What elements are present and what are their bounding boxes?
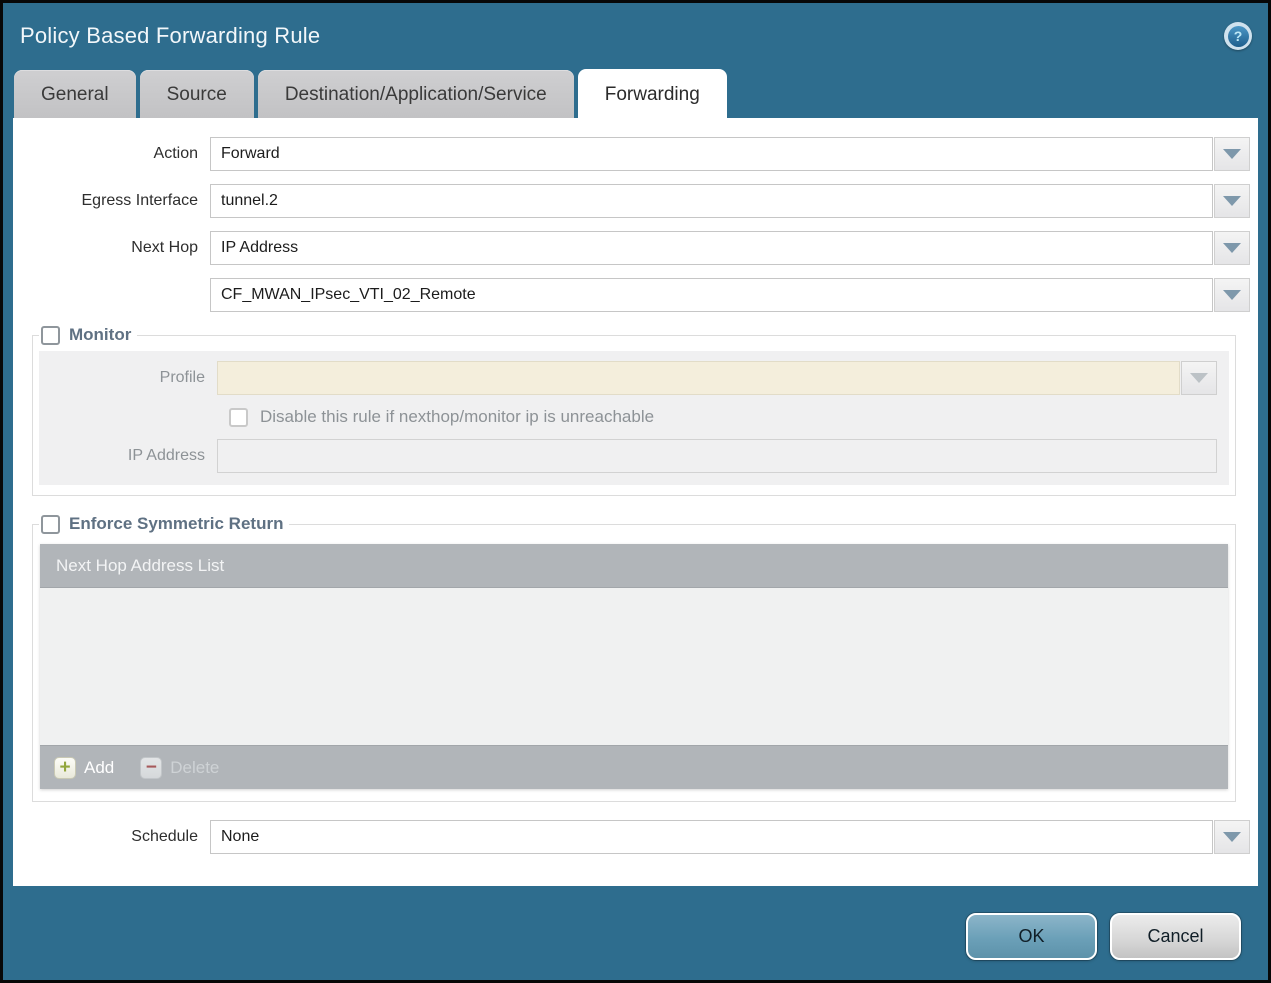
next-hop-type-input[interactable]: IP Address [210, 231, 1213, 265]
profile-dropdown-button [1181, 361, 1217, 395]
dialog-footer: OK Cancel [3, 886, 1268, 980]
delete-button: − Delete [140, 757, 219, 779]
action-row: Action Forward [13, 137, 1250, 171]
egress-interface-row: Egress Interface tunnel.2 [13, 184, 1250, 218]
next-hop-address-list-header: Next Hop Address List [40, 544, 1228, 588]
chevron-down-icon [1223, 832, 1241, 842]
tab-bar: General Source Destination/Application/S… [3, 69, 1268, 118]
next-hop-address-row: CF_MWAN_IPsec_VTI_02_Remote [13, 278, 1250, 312]
monitor-ip-address-label: IP Address [39, 447, 217, 465]
disable-rule-row: Disable this rule if nexthop/monitor ip … [229, 407, 1229, 427]
next-hop-row: Next Hop IP Address [13, 231, 1250, 265]
symmetric-return-legend-label: Enforce Symmetric Return [69, 514, 283, 534]
schedule-dropdown-button[interactable] [1214, 820, 1250, 854]
next-hop-address-table: Next Hop Address List + Add − Delete [40, 544, 1228, 789]
chevron-down-icon [1223, 149, 1241, 159]
chevron-down-icon [1223, 243, 1241, 253]
disable-rule-checkbox [229, 408, 248, 427]
egress-interface-label: Egress Interface [13, 192, 210, 210]
profile-row: Profile [39, 361, 1229, 395]
schedule-input[interactable]: None [210, 820, 1213, 854]
action-dropdown-button[interactable] [1214, 137, 1250, 171]
help-icon[interactable]: ? [1224, 22, 1252, 50]
monitor-ip-address-input [217, 439, 1217, 473]
next-hop-address-dropdown-button[interactable] [1214, 278, 1250, 312]
next-hop-address-input[interactable]: CF_MWAN_IPsec_VTI_02_Remote [210, 278, 1213, 312]
chevron-down-icon [1190, 373, 1208, 383]
monitor-panel: Profile Disable this rule if nexthop/mon… [39, 351, 1229, 485]
disable-rule-label: Disable this rule if nexthop/monitor ip … [260, 407, 654, 427]
schedule-row: Schedule None [13, 820, 1250, 854]
tab-general[interactable]: General [14, 70, 136, 118]
monitor-fieldset: Monitor Profile Disable this rule if nex… [32, 325, 1236, 496]
dialog-titlebar: Policy Based Forwarding Rule ? [3, 3, 1268, 69]
next-hop-label: Next Hop [13, 239, 210, 257]
add-button-label: Add [84, 758, 114, 778]
forwarding-tab-panel: Action Forward Egress Interface tunnel.2… [13, 118, 1258, 886]
symmetric-return-fieldset: Enforce Symmetric Return Next Hop Addres… [32, 514, 1236, 802]
policy-based-forwarding-dialog: Policy Based Forwarding Rule ? General S… [0, 0, 1271, 983]
delete-button-label: Delete [170, 758, 219, 778]
monitor-legend: Monitor [39, 325, 137, 345]
monitor-legend-label: Monitor [69, 325, 131, 345]
profile-label: Profile [39, 369, 217, 387]
next-hop-address-table-body[interactable] [40, 588, 1228, 745]
delete-icon: − [140, 757, 162, 779]
symmetric-return-checkbox[interactable] [41, 515, 60, 534]
chevron-down-icon [1223, 196, 1241, 206]
action-label: Action [13, 145, 210, 163]
action-input[interactable]: Forward [210, 137, 1213, 171]
schedule-label: Schedule [13, 828, 210, 846]
tab-source[interactable]: Source [140, 70, 254, 118]
dialog-title: Policy Based Forwarding Rule [20, 23, 320, 49]
tab-destination-application-service[interactable]: Destination/Application/Service [258, 70, 574, 118]
add-icon: + [54, 757, 76, 779]
add-button[interactable]: + Add [54, 757, 114, 779]
egress-interface-input[interactable]: tunnel.2 [210, 184, 1213, 218]
tab-forwarding[interactable]: Forwarding [578, 69, 727, 118]
monitor-checkbox[interactable] [41, 326, 60, 345]
chevron-down-icon [1223, 290, 1241, 300]
next-hop-type-dropdown-button[interactable] [1214, 231, 1250, 265]
symmetric-return-legend: Enforce Symmetric Return [39, 514, 289, 534]
profile-input [217, 361, 1180, 395]
monitor-ip-address-row: IP Address [39, 439, 1229, 473]
ok-button[interactable]: OK [966, 913, 1097, 960]
next-hop-address-table-footer: + Add − Delete [40, 745, 1228, 789]
help-glyph: ? [1228, 26, 1249, 47]
cancel-button[interactable]: Cancel [1110, 913, 1241, 960]
egress-interface-dropdown-button[interactable] [1214, 184, 1250, 218]
